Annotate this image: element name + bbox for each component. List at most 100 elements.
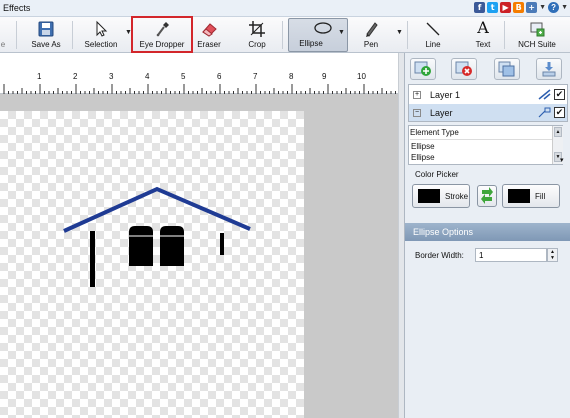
fill-swatch bbox=[508, 189, 530, 203]
right-window bbox=[160, 226, 184, 266]
add-layer-button[interactable] bbox=[410, 58, 436, 80]
blogger-icon[interactable]: B bbox=[513, 2, 525, 13]
youtube-icon[interactable]: ▶ bbox=[500, 2, 512, 13]
canvas-area[interactable] bbox=[0, 94, 398, 418]
house-drawing[interactable] bbox=[0, 94, 398, 418]
element-table: Element Type Ellipse Ellipse ▲ ▼ bbox=[408, 125, 563, 165]
crop-icon bbox=[249, 21, 265, 37]
selection-label: Selection bbox=[84, 40, 118, 49]
ellipse-dropdown-icon[interactable]: ▼ bbox=[338, 29, 345, 36]
ruler-label: 7 bbox=[253, 72, 258, 81]
merge-layer-button[interactable] bbox=[536, 58, 562, 80]
nch-suite-icon bbox=[530, 22, 545, 37]
ruler-label: 3 bbox=[109, 72, 114, 81]
text-label: Text bbox=[475, 40, 491, 49]
element-row[interactable]: Ellipse bbox=[411, 142, 435, 151]
roof-line bbox=[63, 186, 251, 233]
eraser-label: Eraser bbox=[197, 40, 221, 49]
ruler-label: 8 bbox=[289, 72, 294, 81]
facebook-icon[interactable]: f bbox=[474, 2, 486, 13]
horizontal-ruler: 1 2 3 4 5 6 7 8 9 10 bbox=[0, 70, 398, 94]
layer-list: + Layer 1 ✔ − Layer ✔ bbox=[408, 84, 568, 122]
pen-button[interactable]: Pen bbox=[356, 18, 386, 52]
toolbar-separator bbox=[282, 21, 283, 49]
expand-icon[interactable]: + bbox=[413, 90, 421, 99]
menu-bar: Effects f t ▶ B + ▼ ? ▼ bbox=[0, 0, 570, 17]
share-icon[interactable]: + bbox=[526, 2, 538, 13]
layer-visibility-checkbox[interactable]: ✔ bbox=[554, 107, 565, 118]
delete-layer-button[interactable] bbox=[451, 58, 477, 80]
collapse-icon[interactable]: − bbox=[413, 108, 421, 117]
stroke-swatch bbox=[418, 189, 440, 203]
toolbar-separator bbox=[407, 21, 408, 49]
border-width-input[interactable] bbox=[475, 248, 547, 262]
pen-dropdown-icon[interactable]: ▼ bbox=[396, 29, 403, 36]
twitter-icon[interactable]: t bbox=[487, 2, 499, 13]
element-row[interactable]: Ellipse bbox=[411, 153, 435, 162]
nch-suite-label: NCH Suite bbox=[518, 40, 556, 49]
ellipse-options-panel: Border Width: ▲▼ bbox=[405, 241, 570, 418]
stroke-label: Stroke bbox=[445, 191, 469, 201]
layer-name: Layer 1 bbox=[430, 89, 461, 100]
ruler-label: 6 bbox=[217, 72, 222, 81]
pen-label: Pen bbox=[363, 40, 379, 49]
social-links: f t ▶ B + ▼ ? ▼ bbox=[474, 2, 568, 13]
layer-type-icon bbox=[538, 89, 551, 100]
help-icon[interactable]: ? bbox=[548, 2, 560, 13]
crop-label: Crop bbox=[248, 40, 266, 49]
text-icon: A bbox=[477, 18, 489, 37]
layer-visibility-checkbox[interactable]: ✔ bbox=[554, 89, 565, 100]
right-wall-line bbox=[220, 233, 224, 255]
element-type-header: Element Type bbox=[410, 128, 552, 140]
ruler-label: 1 bbox=[37, 72, 42, 81]
scroll-up-icon[interactable]: ▲ bbox=[554, 127, 562, 137]
line-icon bbox=[426, 22, 440, 36]
layer-name: Layer bbox=[430, 107, 453, 118]
left-wall-line bbox=[90, 231, 95, 287]
swap-arrows-icon bbox=[481, 187, 493, 204]
fill-label: Fill bbox=[535, 191, 546, 201]
shape-layer-icon bbox=[538, 107, 551, 118]
pen-icon bbox=[366, 22, 378, 37]
ellipse-icon bbox=[314, 22, 332, 34]
duplicate-layer-icon bbox=[498, 61, 515, 77]
save-as-button[interactable]: Save As bbox=[26, 18, 66, 52]
toolbar-separator bbox=[16, 21, 17, 49]
toolbar-separator bbox=[72, 21, 73, 49]
save-as-label: Save As bbox=[31, 40, 61, 49]
merge-down-icon bbox=[542, 62, 556, 77]
cursor-arrow-icon bbox=[96, 20, 108, 37]
border-width-stepper[interactable]: ▲ ▼ bbox=[547, 248, 558, 262]
nch-suite-button[interactable]: NCH Suite bbox=[514, 18, 560, 52]
fill-color-button[interactable]: Fill bbox=[502, 184, 560, 208]
crop-button[interactable]: Crop bbox=[242, 18, 272, 52]
stroke-color-button[interactable]: Stroke bbox=[412, 184, 470, 208]
save-label: e bbox=[0, 40, 6, 49]
add-layer-icon bbox=[414, 61, 431, 76]
duplicate-layer-button[interactable] bbox=[494, 58, 520, 80]
text-button[interactable]: A Text bbox=[468, 18, 498, 52]
line-label: Line bbox=[425, 40, 441, 49]
ellipse-label: Ellipse bbox=[299, 39, 323, 48]
right-panel: + Layer 1 ✔ − Layer ✔ Element Type Ellip… bbox=[404, 53, 570, 418]
chevron-down-icon[interactable]: ▼ bbox=[539, 4, 546, 11]
ruler-label: 5 bbox=[181, 72, 186, 81]
layer-row[interactable]: + Layer 1 ✔ bbox=[409, 86, 567, 103]
layer-row-selected[interactable]: − Layer ✔ bbox=[409, 104, 567, 121]
ruler-label: 2 bbox=[73, 72, 78, 81]
selection-button[interactable]: Selection bbox=[82, 18, 120, 52]
eraser-icon bbox=[202, 23, 217, 37]
floppy-disk-icon bbox=[38, 21, 54, 37]
save-button[interactable]: e bbox=[0, 18, 12, 52]
resize-grip-icon[interactable]: ▾ bbox=[560, 156, 564, 164]
toolbar: e Save As Selection ▼ Eye Dropper Eraser bbox=[0, 17, 570, 53]
ellipse-options-header[interactable]: Ellipse Options bbox=[405, 223, 570, 241]
eraser-button[interactable]: Eraser bbox=[194, 18, 224, 52]
ruler-ticks bbox=[3, 84, 396, 94]
ruler-label: 9 bbox=[322, 72, 327, 81]
ruler-label: 4 bbox=[145, 72, 150, 81]
line-button[interactable]: Line bbox=[420, 18, 446, 52]
swap-colors-button[interactable] bbox=[477, 185, 497, 207]
menu-effects[interactable]: Effects bbox=[3, 3, 30, 13]
help-chevron-icon[interactable]: ▼ bbox=[561, 4, 568, 11]
